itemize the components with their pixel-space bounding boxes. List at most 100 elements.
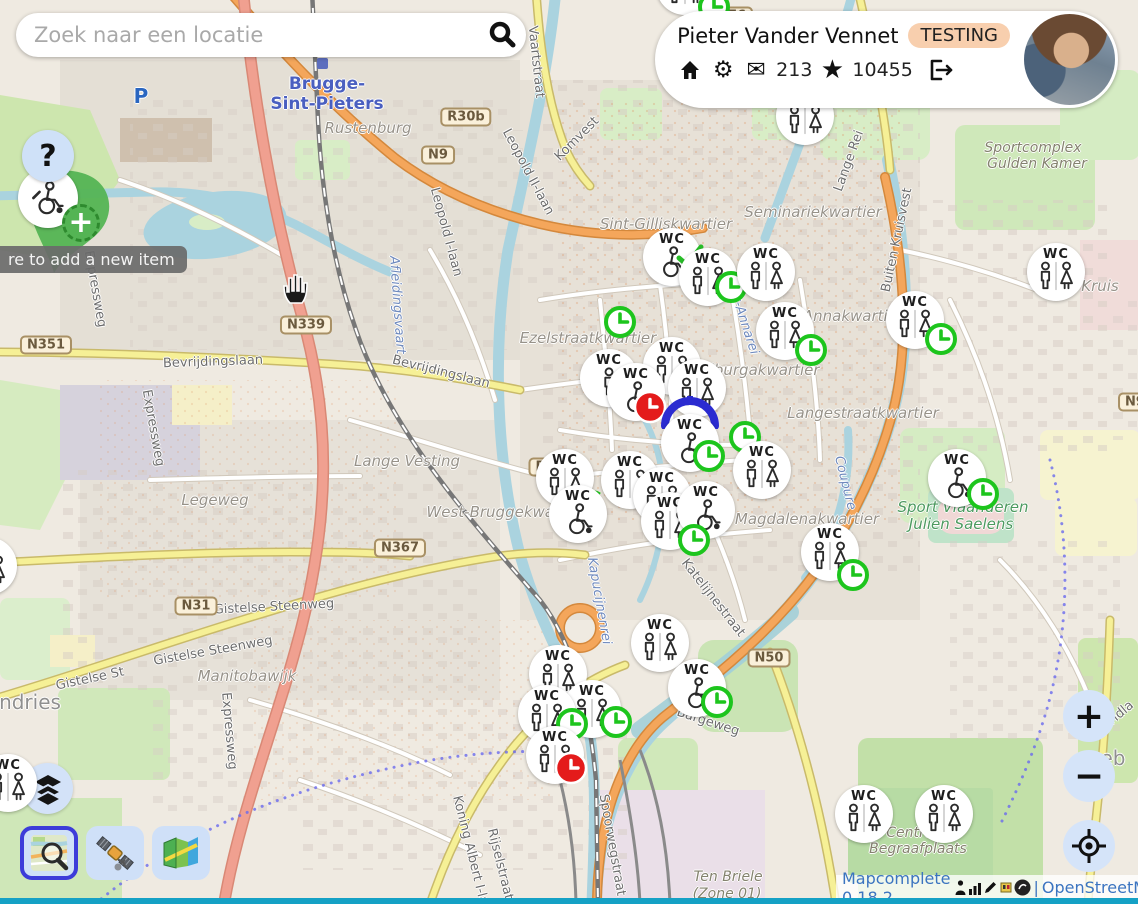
star-icon: ★ xyxy=(819,57,845,83)
road-shield: N31 xyxy=(175,597,218,616)
marker-label: WC xyxy=(647,619,673,632)
search-input[interactable] xyxy=(16,23,478,47)
clock-green-badge xyxy=(602,304,638,344)
clock-green-badge xyxy=(691,438,727,478)
zoom-out-button[interactable]: − xyxy=(1063,750,1115,802)
toilet-wheelchair-icon xyxy=(29,181,67,215)
marker-label: WC xyxy=(623,368,649,381)
road-shield: N9 xyxy=(421,146,455,165)
map-label: Ten Briele xyxy=(693,869,762,885)
male-female-icon xyxy=(640,632,680,662)
geolocate-button[interactable] xyxy=(1063,820,1115,872)
logout-icon[interactable] xyxy=(928,57,954,83)
pencil-icon xyxy=(983,880,998,895)
male-female-icon xyxy=(0,772,28,802)
map-label: Rustenburg xyxy=(324,119,411,137)
road-shield: N367 xyxy=(374,539,426,558)
map-label: Sportcomplex xyxy=(984,140,1081,156)
attribution-separator: | xyxy=(1034,878,1039,897)
toilet-marker[interactable]: WC xyxy=(733,441,791,499)
open-clock-icon xyxy=(793,332,829,368)
home-icon[interactable] xyxy=(677,57,703,83)
male-female-icon xyxy=(742,459,782,489)
user-avatar[interactable] xyxy=(1024,14,1115,105)
toilet-marker[interactable]: WC xyxy=(737,243,795,301)
mail-icon[interactable]: ✉ xyxy=(743,57,769,83)
map-label: Kruis xyxy=(1081,277,1119,295)
marker-label: WC xyxy=(659,342,685,355)
open-clock-icon xyxy=(602,304,638,340)
hand-cursor-icon xyxy=(279,270,311,306)
marker-label: WC xyxy=(684,364,710,377)
crosshair-icon xyxy=(1071,828,1107,864)
message-count: 213 xyxy=(776,59,812,81)
bottom-accent-bar xyxy=(0,898,1138,904)
style-option-satellite[interactable] xyxy=(86,826,144,880)
map-label: Legeweg xyxy=(181,491,248,509)
open-clock-icon xyxy=(965,476,1001,512)
open-clock-icon xyxy=(923,321,959,357)
male-female-icon xyxy=(0,555,8,585)
badge-circle-icon xyxy=(1014,879,1031,896)
marker-label: WC xyxy=(596,354,622,367)
style-option-osm-carto[interactable] xyxy=(20,826,78,880)
marker-label: WC xyxy=(753,248,779,261)
testing-badge: TESTING xyxy=(908,23,1010,48)
toilet-marker[interactable]: WC xyxy=(549,485,607,543)
gear-icon[interactable]: ⚙ xyxy=(710,57,736,83)
marker-label: WC xyxy=(817,528,843,541)
open-clock-icon xyxy=(598,704,634,740)
attribution-bar: Mapcomplete 0.18.2 | OpenStreetMap xyxy=(836,875,1138,900)
person-icon xyxy=(954,880,967,895)
user-name: Pieter Vander Vennet xyxy=(677,24,898,48)
osm-style-icon xyxy=(29,833,69,873)
help-button[interactable]: ? xyxy=(22,130,74,182)
search-button[interactable] xyxy=(478,13,526,57)
marker-label: WC xyxy=(565,490,591,503)
toilet-marker[interactable]: WC xyxy=(835,785,893,843)
marker-label: WC xyxy=(579,685,605,698)
location-search-bar xyxy=(16,13,526,57)
map-label: Manitobawijk xyxy=(198,667,297,685)
male-female-icon xyxy=(844,803,884,833)
magnifier-icon xyxy=(487,20,517,50)
closed-clock-icon xyxy=(554,751,588,785)
road-shield: R30b xyxy=(440,108,491,127)
map-label: P xyxy=(134,84,149,108)
male-female-icon xyxy=(746,261,786,291)
clock-green-badge xyxy=(793,332,829,372)
map-label: Sint-Pieters xyxy=(270,94,383,114)
toilet-marker[interactable]: WC xyxy=(915,785,973,843)
folded-map-icon xyxy=(161,833,201,873)
marker-label: WC xyxy=(695,253,721,266)
road-shield: N50 xyxy=(748,649,791,668)
clock-green-badge xyxy=(598,704,634,744)
flag-icon xyxy=(999,880,1013,895)
open-clock-icon xyxy=(835,557,871,593)
toilet-marker[interactable]: WC xyxy=(1027,243,1085,301)
add-item-plus-button[interactable]: + xyxy=(62,204,100,242)
map-label: Begraafplaats xyxy=(869,841,967,857)
changeset-count: 10455 xyxy=(852,59,912,81)
clock-green-badge xyxy=(699,684,735,724)
marker-label: WC xyxy=(649,472,675,485)
map-label: Julien Saelens xyxy=(909,515,1013,533)
style-option-map[interactable] xyxy=(152,826,210,880)
road-shield: N351 xyxy=(20,336,72,355)
marker-label: WC xyxy=(684,664,710,677)
zoom-in-button[interactable]: + xyxy=(1063,690,1115,742)
map-label: Seminariekwartier xyxy=(744,203,882,221)
marker-label: WC xyxy=(617,456,643,469)
marker-label: WC xyxy=(749,446,775,459)
map-label: Langestraatkwartier xyxy=(787,404,939,422)
chart-icon xyxy=(968,881,982,895)
male-female-icon xyxy=(785,105,825,135)
marker-label: WC xyxy=(552,454,578,467)
open-clock-icon xyxy=(691,438,727,474)
male-female-icon xyxy=(924,803,964,833)
open-clock-icon xyxy=(676,522,712,558)
osm-link[interactable]: OpenStreetMap xyxy=(1042,878,1138,897)
marker-label: WC xyxy=(931,790,957,803)
marker-label: WC xyxy=(851,790,877,803)
marker-label: WC xyxy=(0,542,1,555)
